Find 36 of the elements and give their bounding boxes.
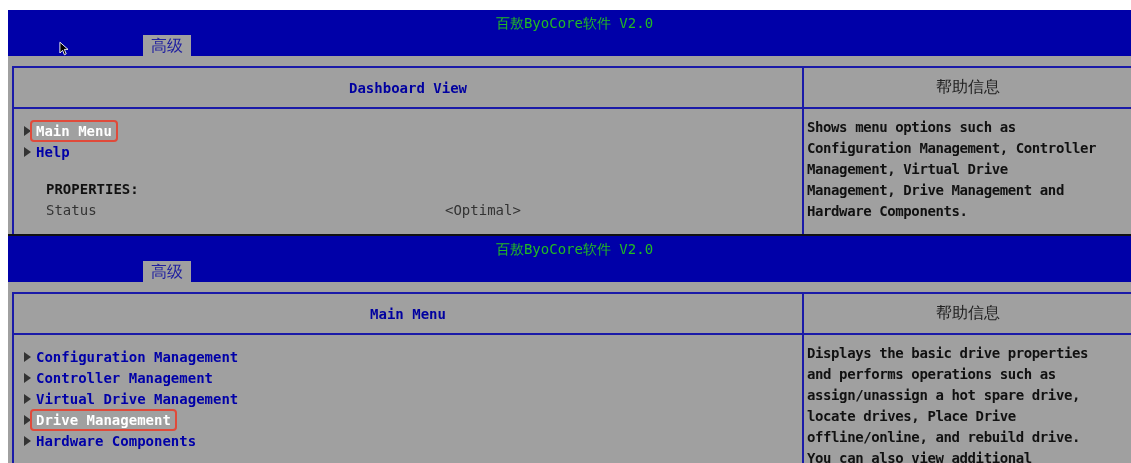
help-title: 帮助信息: [935, 303, 1000, 324]
triangle-icon: [24, 351, 31, 362]
menu-item[interactable]: Main Menu: [30, 119, 118, 142]
menu-item[interactable]: Configuration Management: [30, 345, 245, 368]
triangle-icon: [24, 414, 31, 425]
help-text: assign/unassign a hot spare drive,: [807, 387, 1081, 405]
triangle-icon: [24, 146, 31, 157]
help-text: and performs operations such as: [807, 366, 1057, 384]
help-text: Management, Drive Management and: [807, 182, 1065, 200]
triangle-icon: [24, 435, 31, 446]
panel-title: Dashboard View: [349, 79, 467, 96]
menu-item[interactable]: Hardware Components: [30, 429, 203, 452]
property-value: <Optimal>: [445, 202, 521, 220]
window-title: 百敖ByoCore软件 V2.0: [494, 14, 655, 33]
menu-item[interactable]: Controller Management: [30, 366, 219, 389]
menu-item[interactable]: Help: [30, 140, 76, 163]
panel-title: Main Menu: [370, 305, 446, 322]
triangle-icon: [24, 372, 31, 383]
window-title: 百敖ByoCore软件 V2.0: [494, 240, 655, 259]
help-text: Displays the basic drive properties: [807, 345, 1089, 363]
help-text: offline/online, and rebuild drive.: [807, 429, 1081, 447]
help-text: Configuration Management, Controller: [807, 140, 1098, 158]
tab[interactable]: 高级: [143, 261, 191, 282]
triangle-icon: [24, 125, 31, 136]
triangle-icon: [24, 393, 31, 404]
tab[interactable]: 高级: [143, 35, 191, 56]
menu-item[interactable]: Virtual Drive Management: [30, 387, 245, 410]
help-title: 帮助信息: [935, 77, 1000, 98]
help-text: You can also view additional: [807, 450, 1033, 463]
help-text: Shows menu options such as: [807, 119, 1017, 137]
help-text: Management, Virtual Drive: [807, 161, 1009, 179]
menu-item[interactable]: Drive Management: [30, 408, 177, 431]
help-text: locate drives, Place Drive: [807, 408, 1017, 426]
properties-heading: PROPERTIES:: [45, 181, 140, 199]
help-text: Hardware Components.: [807, 203, 969, 221]
property-label: Status: [46, 202, 98, 220]
